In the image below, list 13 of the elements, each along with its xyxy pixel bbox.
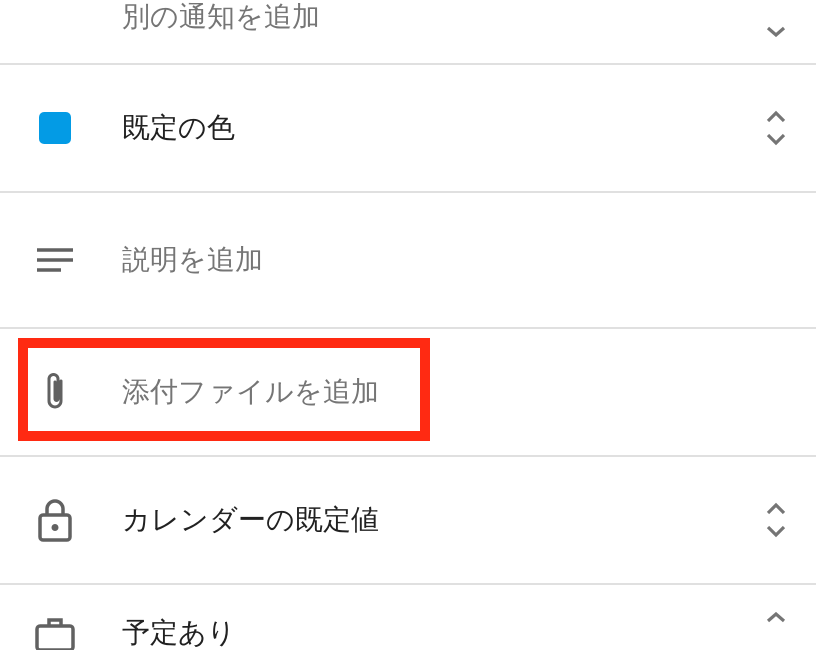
- row-label[interactable]: 予定あり: [122, 616, 236, 650]
- chevron-up-down-icon[interactable]: [766, 110, 786, 146]
- briefcase-icon: [35, 616, 75, 650]
- description-icon: [36, 247, 74, 273]
- row-label[interactable]: 説明を追加: [122, 243, 263, 277]
- chevron-up-icon[interactable]: [766, 612, 786, 624]
- lock-icon: [38, 498, 72, 542]
- row-label[interactable]: 別の通知を追加: [122, 0, 320, 34]
- chevron-down-icon[interactable]: [766, 26, 786, 38]
- row-label[interactable]: 添付ファイルを追加: [122, 375, 379, 409]
- chevron-up-down-icon[interactable]: [766, 502, 786, 538]
- row-label[interactable]: カレンダーの既定値: [122, 503, 379, 537]
- row-label[interactable]: 既定の色: [122, 111, 235, 145]
